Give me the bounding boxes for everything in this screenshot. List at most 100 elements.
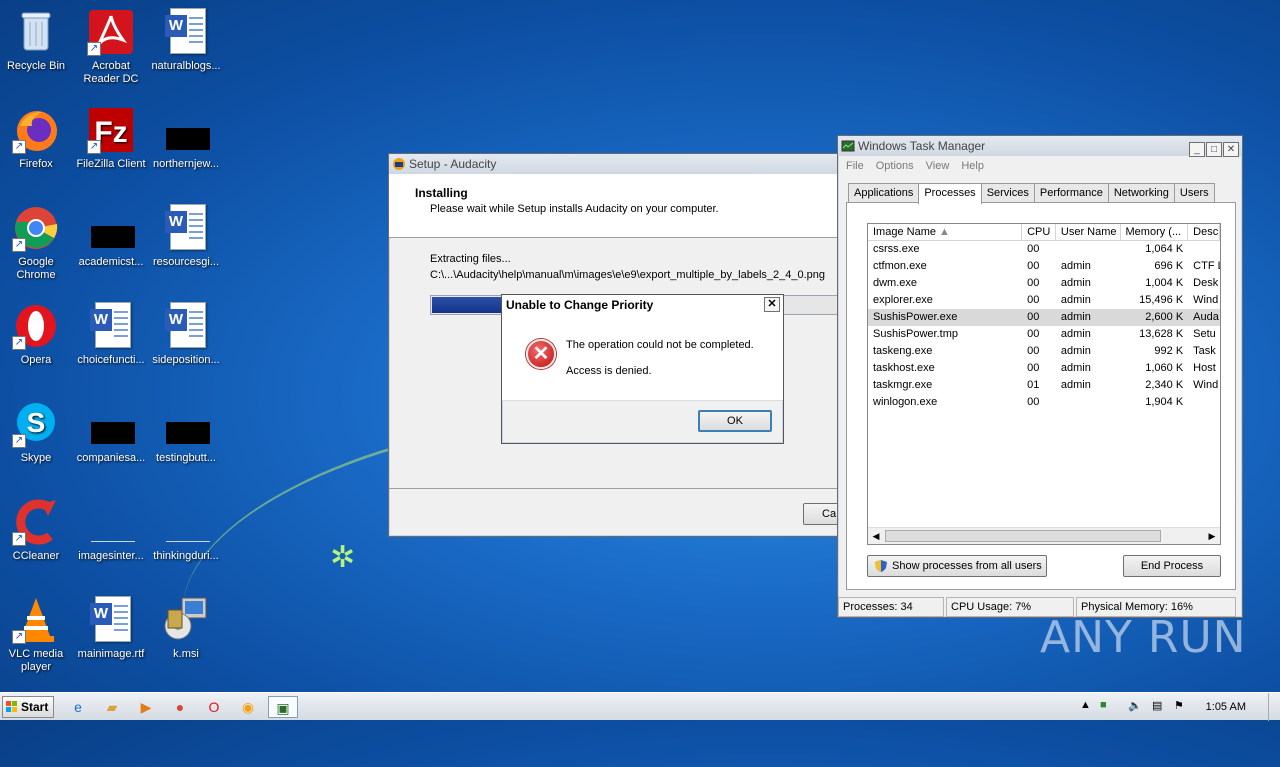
show-hidden-icons-icon[interactable]: ▲ [1080, 699, 1091, 711]
task-manager-icon [841, 140, 855, 152]
desktop-icon-ccleaner[interactable]: ↗ CCleaner [0, 498, 74, 563]
show-all-users-button[interactable]: Show processes from all users [867, 555, 1047, 577]
desktop-icon-imagesinter[interactable]: imagesinter... [73, 498, 149, 563]
process-table[interactable]: Image Name ▲ CPU User Name Memory (... D… [867, 223, 1221, 545]
desktop-icon-thinkingduri[interactable]: thinkingduri... [148, 498, 224, 563]
cell-cpu: 00 [1027, 396, 1040, 408]
table-row[interactable]: SushisPower.exe 00 admin 2,600 K Auda [868, 309, 1220, 326]
scroll-right-icon[interactable]: ▶ [1204, 528, 1220, 544]
menu-view[interactable]: View [926, 160, 950, 172]
close-icon[interactable]: ✕ [764, 297, 780, 312]
cell-mem: 15,496 K [1139, 294, 1184, 306]
volume-icon[interactable]: 🔈 [1128, 699, 1142, 712]
desktop-icon-mainimage[interactable]: W mainimage.rtf [73, 596, 149, 661]
horizontal-scrollbar[interactable]: ◀ ▶ [868, 527, 1220, 544]
tab-applications[interactable]: Applications [848, 183, 920, 202]
table-row[interactable]: taskeng.exe 00 admin 992 K Task [868, 343, 1220, 360]
cell-desc: CTF L [1193, 260, 1220, 272]
process-rows: csrss.exe 00 1,064 K ctfmon.exe 00 admin 696 K… [868, 241, 1220, 411]
tab-processes[interactable]: Processes [918, 183, 982, 204]
taskmgr-titlebar[interactable]: Windows Task Manager _ □ ✕ [838, 136, 1242, 157]
desktop-icon-testingbutt[interactable]: testingbutt... [148, 400, 224, 465]
shortcut-arrow-icon: ↗ [12, 630, 26, 644]
tab-services[interactable]: Services [980, 183, 1035, 202]
tab-users[interactable]: Users [1173, 183, 1215, 202]
cell-cpu: 00 [1027, 311, 1040, 323]
desktop-icon-opera[interactable]: ↗ Opera [0, 302, 74, 367]
desktop-icon-resourcesgi[interactable]: W resourcesgi... [148, 204, 224, 269]
task-manager-icon[interactable]: ▣ [268, 696, 298, 718]
chrome-icon[interactable]: ● [168, 696, 192, 718]
maximize-icon[interactable]: □ [1206, 142, 1222, 157]
flag-icon[interactable]: ⚑ [1174, 699, 1184, 712]
end-process-button[interactable]: End Process [1123, 555, 1221, 577]
cell-user [1056, 394, 1121, 411]
start-button[interactable]: Start [2, 696, 54, 718]
setup-titlebar[interactable]: Setup - Audacity [389, 154, 839, 174]
desktop-icon-northernjew[interactable]: northernjew... [148, 106, 224, 171]
minimize-icon[interactable]: _ [1189, 142, 1205, 157]
cell-mem: 13,628 K [1139, 328, 1184, 340]
column-description[interactable]: Desc [1188, 224, 1220, 240]
close-icon[interactable]: ✕ [1223, 142, 1239, 157]
setup-file-path: C:\...\Audacity\help\manual\m\images\e\e… [430, 269, 826, 281]
table-row[interactable]: SushisPower.tmp 00 admin 13,628 K Setu [868, 326, 1220, 343]
desktop-icon-label: Recycle Bin [6, 60, 66, 72]
explorer-folder-icon[interactable]: ▰ [100, 696, 124, 718]
cell-desc: Wind [1193, 294, 1219, 306]
error-dialog[interactable]: Unable to Change Priority ✕ ✕ The operat… [501, 294, 784, 444]
desktop-icon-companiesa[interactable]: companiesa... [73, 400, 149, 465]
table-row[interactable]: csrss.exe 00 1,064 K [868, 241, 1220, 258]
task-manager-window[interactable]: Windows Task Manager _ □ ✕ File Options View… [837, 135, 1243, 618]
menu-help[interactable]: Help [961, 160, 984, 172]
error-dialog-title: Unable to Change Priority [506, 298, 654, 312]
ie-icon[interactable]: e [66, 696, 90, 718]
scroll-left-icon[interactable]: ◀ [868, 528, 884, 544]
menu-options[interactable]: Options [876, 160, 914, 172]
table-row[interactable]: dwm.exe 00 admin 1,004 K Desk [868, 275, 1220, 292]
column-user-name[interactable]: User Name [1056, 224, 1121, 240]
uac-shield-icon [875, 560, 887, 572]
ok-button[interactable]: OK [698, 410, 772, 432]
desktop-icon-choicefuncti[interactable]: W choicefuncti... [73, 302, 149, 367]
tab-performance[interactable]: Performance [1033, 183, 1109, 202]
desktop-icon-vlc[interactable]: ↗ VLC media player [0, 596, 74, 674]
column-memory[interactable]: Memory (... [1121, 224, 1189, 240]
msi-installer-icon [162, 596, 210, 644]
show-desktop-button[interactable] [1268, 693, 1280, 721]
cancel-button[interactable]: Ca [803, 503, 839, 525]
desktop-icon-acrobat[interactable]: ↗ Acrobat Reader DC [73, 8, 149, 86]
media-player-icon[interactable]: ▶ [134, 696, 158, 718]
cell-user: admin [1060, 379, 1091, 391]
svg-text:S: S [27, 407, 46, 438]
audacity-setup-icon[interactable]: ◉ [236, 696, 260, 718]
network-icon[interactable]: ▤ [1152, 699, 1162, 712]
table-row[interactable]: taskmgr.exe 01 admin 2,340 K Wind [868, 377, 1220, 394]
desktop-icon-firefox[interactable]: ↗ Firefox [0, 106, 74, 171]
filezilla-icon: Fz ↗ [87, 106, 135, 154]
desktop-icon-filezilla[interactable]: Fz ↗ FileZilla Client [73, 106, 149, 171]
tab-networking[interactable]: Networking [1107, 183, 1175, 202]
desktop-icon-chrome[interactable]: ↗ Google Chrome [0, 204, 74, 282]
table-row[interactable]: explorer.exe 00 admin 15,496 K Wind [868, 292, 1220, 309]
action-center-icon[interactable]: ■ [1100, 699, 1107, 711]
desktop-icon-recycle-bin[interactable]: Recycle Bin [0, 8, 74, 73]
desktop-icon-academicst[interactable]: academicst... [73, 204, 149, 269]
desktop-icon-sideposition[interactable]: W sideposition... [148, 302, 224, 367]
menu-file[interactable]: File [846, 160, 864, 172]
scrollbar-thumb[interactable] [885, 530, 1161, 542]
table-row[interactable]: taskhost.exe 00 admin 1,060 K Host [868, 360, 1220, 377]
column-cpu[interactable]: CPU [1022, 224, 1056, 240]
clock[interactable]: 1:05 AM [1206, 701, 1246, 713]
error-dialog-titlebar[interactable]: Unable to Change Priority ✕ [502, 295, 783, 315]
opera-icon[interactable]: O [202, 696, 226, 718]
sort-ascending-icon: ▲ [939, 226, 950, 238]
desktop-icon-skype[interactable]: S ↗ Skype [0, 400, 74, 465]
column-image-name[interactable]: Image Name ▲ [868, 224, 1023, 240]
desktop-icon-naturalblogs[interactable]: W naturalblogs... [148, 8, 224, 73]
desktop-icon-label: resourcesgi... [152, 256, 220, 268]
table-row[interactable]: winlogon.exe 00 1,904 K [868, 394, 1220, 411]
cell-name: explorer.exe [873, 294, 933, 306]
desktop-icon-kmsi[interactable]: k.msi [148, 596, 224, 661]
table-row[interactable]: ctfmon.exe 00 admin 696 K CTF L [868, 258, 1220, 275]
